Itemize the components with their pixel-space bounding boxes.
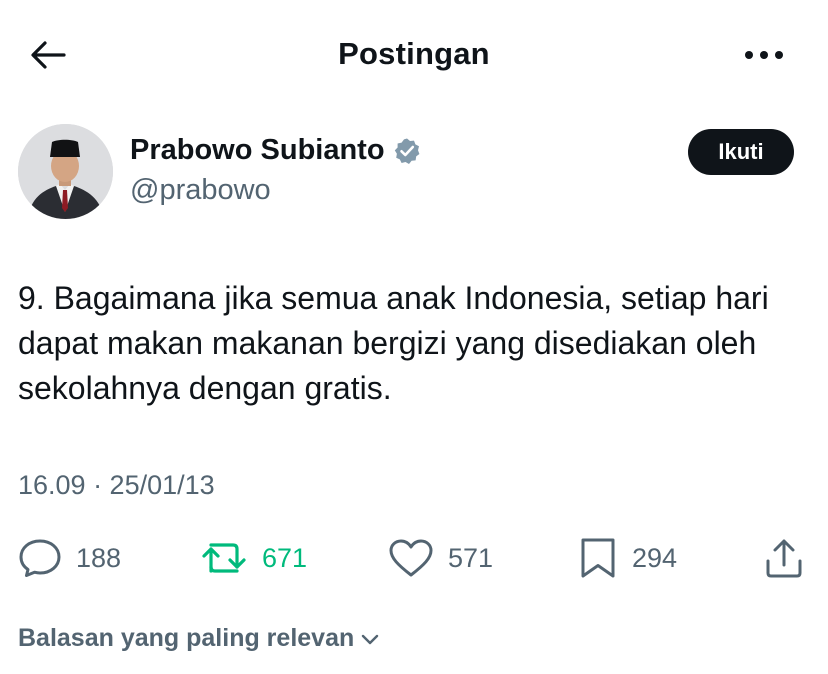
tweet-actions: 188 671 571 294 xyxy=(0,533,828,583)
heart-icon xyxy=(389,539,433,577)
author-name-row[interactable]: Prabowo Subianto xyxy=(130,134,421,167)
more-horizontal-icon xyxy=(745,51,783,59)
bookmark-icon xyxy=(581,538,615,578)
follow-button[interactable]: Ikuti xyxy=(688,129,794,175)
profile-photo xyxy=(18,124,113,219)
top-bar: Postingan xyxy=(0,0,828,110)
verified-badge-icon xyxy=(393,137,421,165)
replies-sort-label: Balasan yang paling relevan xyxy=(18,624,355,652)
tweet-text: 9. Bagaimana jika semua anak Indonesia, … xyxy=(18,280,769,406)
more-options-button[interactable] xyxy=(740,42,788,68)
like-count: 571 xyxy=(448,542,494,573)
replies-sort-dropdown[interactable]: Balasan yang paling relevan xyxy=(18,624,380,653)
bookmark-count: 294 xyxy=(632,542,678,573)
author-name[interactable]: Prabowo Subianto xyxy=(130,134,385,167)
share-icon xyxy=(766,539,802,578)
avatar[interactable] xyxy=(18,124,113,219)
bookmark-button[interactable]: 294 xyxy=(578,533,677,583)
page-title: Postingan xyxy=(338,36,490,71)
retweet-icon xyxy=(202,543,246,573)
reply-icon xyxy=(19,539,61,577)
chevron-down-icon xyxy=(360,632,380,646)
retweet-button[interactable]: 671 xyxy=(200,533,307,583)
tweet-timestamp[interactable]: 16.09 · 25/01/13 xyxy=(18,470,215,501)
reply-count: 188 xyxy=(76,542,122,573)
author-handle[interactable]: @prabowo xyxy=(130,174,271,207)
reply-button[interactable]: 188 xyxy=(18,533,121,583)
retweet-count: 671 xyxy=(262,542,308,573)
share-button[interactable] xyxy=(760,533,808,583)
like-button[interactable]: 571 xyxy=(388,533,493,583)
